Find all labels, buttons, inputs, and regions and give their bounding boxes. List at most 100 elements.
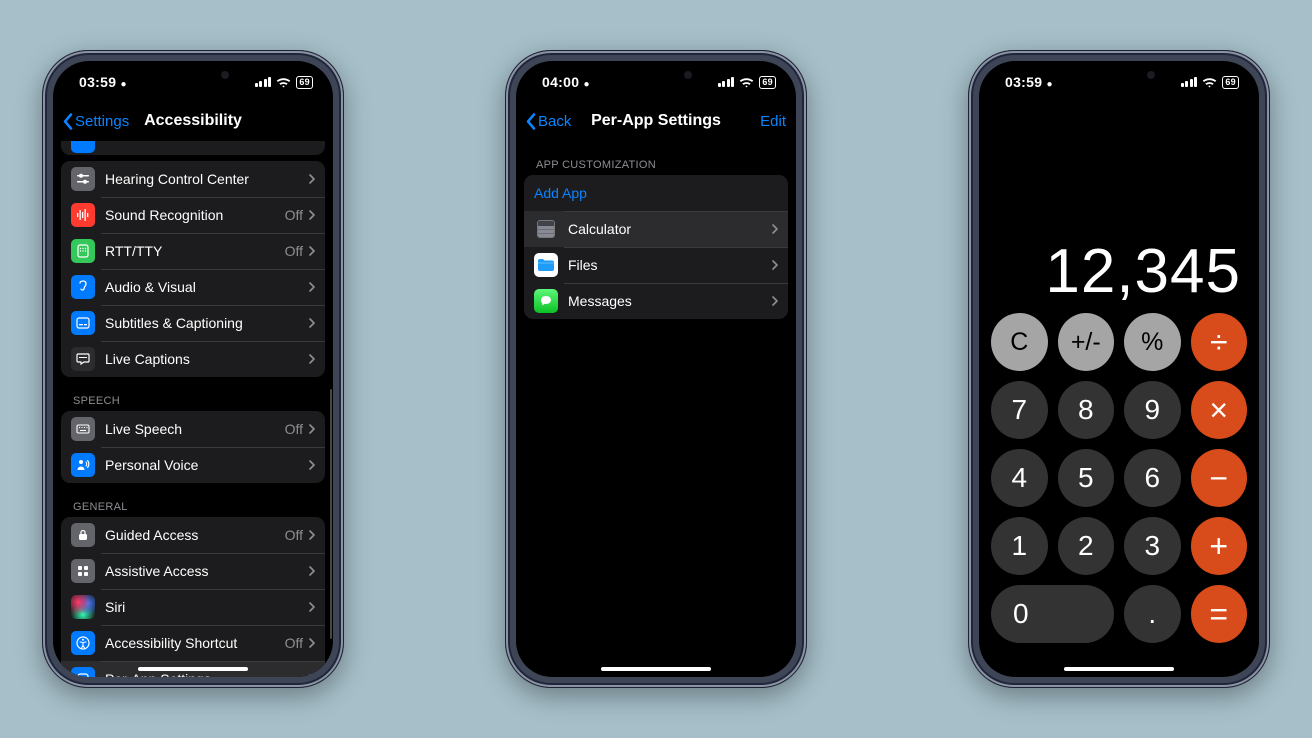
lock-icon (71, 523, 95, 547)
assistive-access-row[interactable]: Assistive Access (61, 553, 325, 589)
navbar: Back Per-App Settings Edit (516, 101, 796, 141)
live-captions-row[interactable]: Live Captions (61, 341, 325, 377)
dynamic-island (147, 61, 239, 88)
calculator-display: 12,345 (979, 101, 1259, 313)
calc-five-button[interactable]: 5 (1058, 449, 1115, 507)
wifi-icon (1202, 77, 1217, 88)
calc-three-button[interactable]: 3 (1124, 517, 1181, 575)
accessibility-shortcut-row[interactable]: Accessibility Shortcut Off (61, 625, 325, 661)
battery-icon: 69 (296, 76, 313, 89)
chevron-right-icon (309, 566, 315, 576)
hearing-control-center-row[interactable]: Hearing Control Center (61, 161, 325, 197)
cell-label: Guided Access (105, 527, 285, 543)
page-title: Per-App Settings (591, 112, 721, 130)
home-indicator[interactable] (601, 667, 711, 671)
battery-icon: 69 (759, 76, 776, 89)
cell-label: RTT/TTY (105, 243, 285, 259)
person-wave-icon (71, 453, 95, 477)
guided-access-row[interactable]: Guided Access Off (61, 517, 325, 553)
calculator-row[interactable]: Calculator (524, 211, 788, 247)
home-indicator[interactable] (138, 667, 248, 671)
chevron-right-icon (309, 354, 315, 364)
waveform-icon (71, 203, 95, 227)
calc-nine-button[interactable]: 9 (1124, 381, 1181, 439)
calc-plusminus-button[interactable]: +/- (1058, 313, 1115, 371)
back-button[interactable]: Back (526, 113, 571, 130)
dynamic-island (1073, 61, 1165, 88)
cell-label: Live Speech (105, 421, 285, 437)
add-app-button[interactable]: Add App (524, 175, 788, 211)
live-speech-row[interactable]: Live Speech Off (61, 411, 325, 447)
cell-signal-icon (255, 77, 272, 87)
files-row[interactable]: Files (524, 247, 788, 283)
dynamic-island (610, 61, 702, 88)
page-title: Accessibility (144, 112, 242, 130)
calc-divide-button[interactable]: ÷ (1191, 313, 1248, 371)
chevron-right-icon (309, 282, 315, 292)
siri-row[interactable]: Siri (61, 589, 325, 625)
calc-four-button[interactable]: 4 (991, 449, 1048, 507)
cell-label: Hearing Control Center (105, 171, 309, 187)
cell-signal-icon (1181, 77, 1198, 87)
status-time: 03:59 (79, 74, 116, 90)
calc-six-button[interactable]: 6 (1124, 449, 1181, 507)
calc-one-button[interactable]: 1 (991, 517, 1048, 575)
calculator-app-icon (534, 217, 558, 241)
wifi-icon (739, 77, 754, 88)
chevron-right-icon (309, 210, 315, 220)
messages-row[interactable]: Messages (524, 283, 788, 319)
calc-multiply-button[interactable]: × (1191, 381, 1248, 439)
calc-two-button[interactable]: 2 (1058, 517, 1115, 575)
chevron-right-icon (309, 674, 315, 677)
back-button[interactable]: Settings (63, 113, 129, 130)
cc-icon (71, 311, 95, 335)
cell-label: Siri (105, 599, 309, 615)
calc-clear-button[interactable]: C (991, 313, 1048, 371)
app-badge-icon (71, 667, 95, 677)
calc-decimal-button[interactable]: . (1124, 585, 1181, 643)
status-time: 04:00 (542, 74, 579, 90)
chevron-left-icon (63, 113, 73, 130)
status-indicator-icon: ● (1047, 79, 1053, 90)
cell-value: Off (285, 421, 303, 437)
cell-label: Personal Voice (105, 457, 309, 473)
home-indicator[interactable] (1064, 667, 1174, 671)
phone-icon (71, 239, 95, 263)
calc-equals-button[interactable]: = (1191, 585, 1248, 643)
cell-label: Live Captions (105, 351, 309, 367)
personal-voice-row[interactable]: Personal Voice (61, 447, 325, 483)
calc-zero-button[interactable]: 0 (991, 585, 1114, 643)
chevron-left-icon (526, 113, 536, 130)
app-label: Calculator (568, 221, 772, 237)
cell-value: Off (285, 635, 303, 651)
app-label: Files (568, 257, 772, 273)
calc-plus-button[interactable]: + (1191, 517, 1248, 575)
calc-eight-button[interactable]: 8 (1058, 381, 1115, 439)
chevron-right-icon (772, 296, 778, 306)
subtitles-captioning-row[interactable]: Subtitles & Captioning (61, 305, 325, 341)
edit-button[interactable]: Edit (760, 113, 786, 130)
scrollbar-thumb[interactable] (330, 389, 333, 639)
speech-section-header: Speech (61, 377, 325, 411)
cell-value: Off (285, 207, 303, 223)
calc-minus-button[interactable]: − (1191, 449, 1248, 507)
chevron-right-icon (309, 424, 315, 434)
general-section-header: General (61, 483, 325, 517)
chevron-right-icon (309, 460, 315, 470)
accessibility-icon (71, 631, 95, 655)
back-label: Back (538, 113, 571, 130)
calc-percent-button[interactable]: % (1124, 313, 1181, 371)
accessibility-settings-phone: 03:59 ● 69 Settings Accessibility (42, 50, 344, 688)
files-app-icon (534, 253, 558, 277)
sound-recognition-row[interactable]: Sound Recognition Off (61, 197, 325, 233)
chevron-right-icon (309, 602, 315, 612)
audio-visual-row[interactable]: Audio & Visual (61, 269, 325, 305)
add-app-label: Add App (534, 185, 778, 201)
grid-icon (71, 559, 95, 583)
chevron-right-icon (772, 260, 778, 270)
rtt-tty-row[interactable]: RTT/TTY Off (61, 233, 325, 269)
chevron-right-icon (309, 530, 315, 540)
navbar: Settings Accessibility (53, 101, 333, 141)
cell-value: Off (285, 527, 303, 543)
calc-seven-button[interactable]: 7 (991, 381, 1048, 439)
